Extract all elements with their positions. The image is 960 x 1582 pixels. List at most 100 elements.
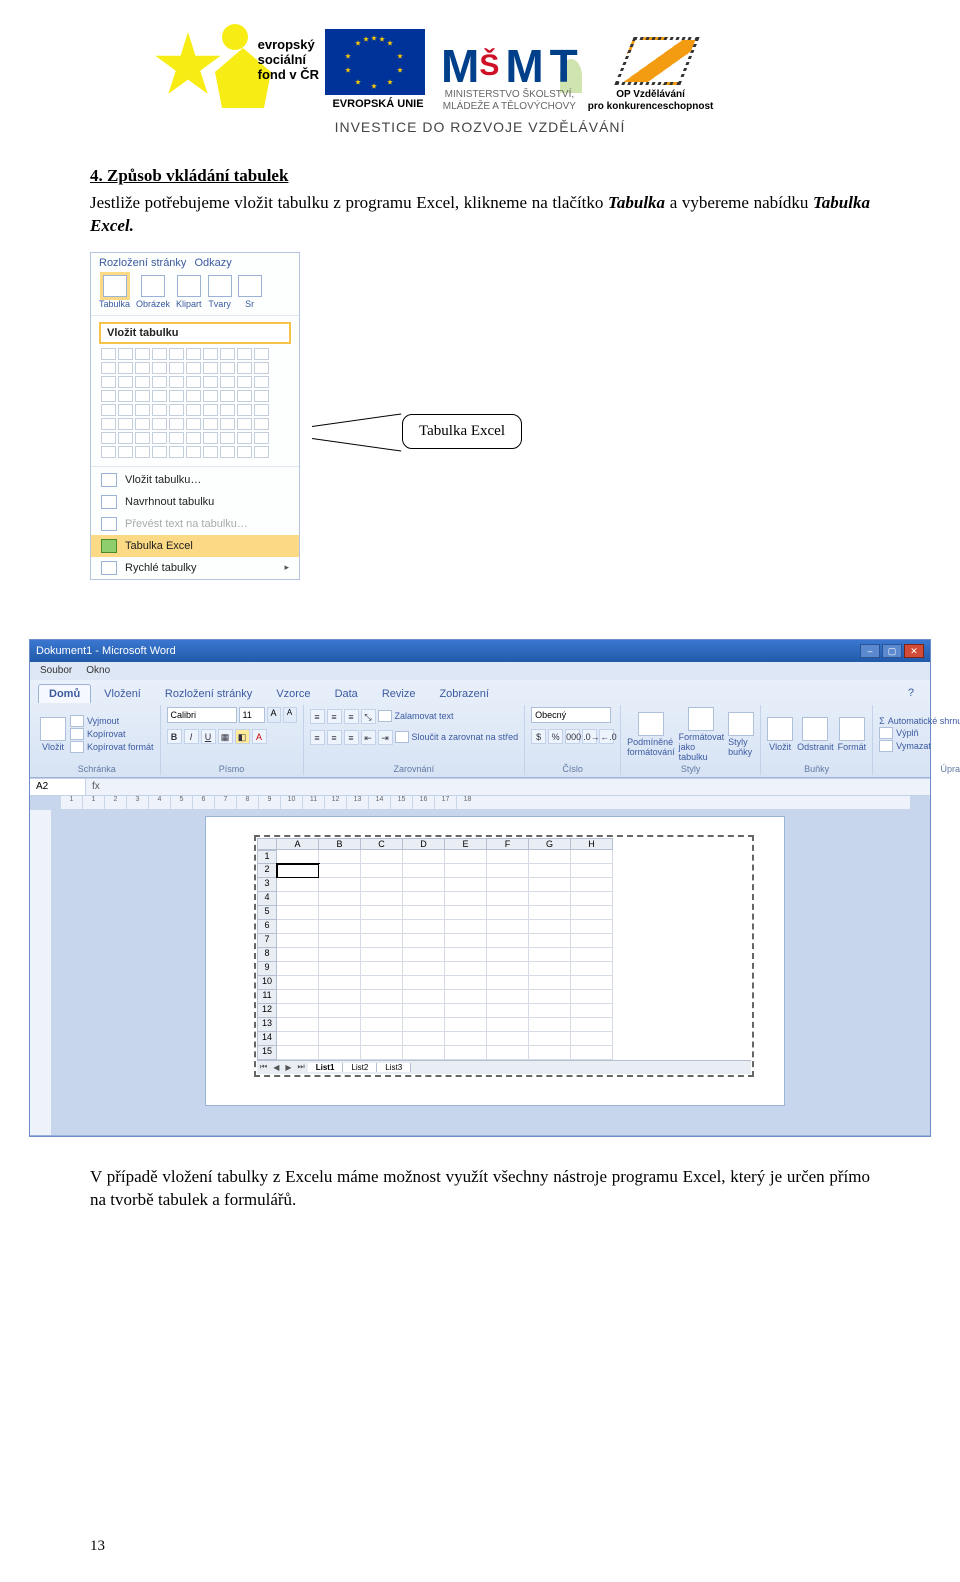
cell[interactable] (571, 864, 613, 878)
menu-item[interactable]: Tabulka Excel (91, 535, 299, 557)
tab-layout[interactable]: Rozložení stránky (154, 684, 263, 703)
cell[interactable] (403, 962, 445, 976)
cell[interactable] (319, 864, 361, 878)
indent-inc-button[interactable]: ⇥ (378, 730, 393, 745)
tab-view[interactable]: Zobrazení (428, 684, 500, 703)
copy-button[interactable]: Kopírovat (70, 728, 154, 740)
cell[interactable] (361, 948, 403, 962)
cell[interactable] (529, 878, 571, 892)
delete-cells-button[interactable]: Odstranit (797, 717, 834, 752)
close-button[interactable]: ✕ (904, 644, 924, 658)
cell[interactable] (319, 976, 361, 990)
cell[interactable] (277, 948, 319, 962)
cell[interactable] (529, 1046, 571, 1060)
cell[interactable] (277, 878, 319, 892)
cell[interactable] (403, 1018, 445, 1032)
cell[interactable] (445, 850, 487, 864)
fill-color-button[interactable]: ◧ (235, 729, 250, 744)
cell[interactable] (277, 1046, 319, 1060)
autosum-button[interactable]: ΣAutomatické shrnutí (879, 716, 960, 726)
cell[interactable] (571, 1046, 613, 1060)
font-name-select[interactable]: Calibri (167, 707, 237, 723)
sheet-nav-last[interactable]: ⏭ (295, 1062, 308, 1072)
row-header[interactable]: 11 (257, 990, 277, 1004)
percent-button[interactable]: % (548, 729, 563, 744)
align-right-button[interactable]: ≡ (344, 730, 359, 745)
cell[interactable] (319, 934, 361, 948)
dec-decimal-button[interactable]: ←.0 (599, 729, 614, 744)
cell[interactable] (403, 878, 445, 892)
maximize-button[interactable]: ▢ (882, 644, 902, 658)
cell[interactable] (403, 892, 445, 906)
row-header[interactable]: 10 (257, 976, 277, 990)
cell[interactable] (361, 864, 403, 878)
cell[interactable] (319, 850, 361, 864)
cell[interactable] (277, 850, 319, 864)
ribbon-tab[interactable]: Rozložení stránky (99, 257, 186, 269)
column-header[interactable]: B (319, 838, 361, 850)
align-top-button[interactable]: ≡ (310, 709, 325, 724)
cell[interactable] (319, 1046, 361, 1060)
sheet-tab[interactable]: List1 (308, 1063, 344, 1072)
excel-embedded-object[interactable]: ABCDEFGH 123456789101112131415 ⏮ ◀ ▶ ⏭ L… (254, 835, 754, 1077)
cell[interactable] (277, 906, 319, 920)
cell[interactable] (529, 1032, 571, 1046)
cell[interactable] (445, 906, 487, 920)
cell[interactable] (487, 1004, 529, 1018)
cell[interactable] (529, 892, 571, 906)
cell[interactable] (403, 990, 445, 1004)
align-mid-button[interactable]: ≡ (327, 709, 342, 724)
cell[interactable] (445, 934, 487, 948)
sheet-nav-prev[interactable]: ◀ (270, 1063, 282, 1072)
cell[interactable] (445, 878, 487, 892)
cell[interactable] (571, 920, 613, 934)
cell[interactable] (529, 990, 571, 1004)
cell[interactable] (571, 990, 613, 1004)
row-header[interactable]: 13 (257, 1018, 277, 1032)
font-size-select[interactable]: 11 (239, 707, 265, 723)
menu-item[interactable]: Rychlé tabulky▸ (91, 557, 299, 579)
cell[interactable] (277, 962, 319, 976)
fill-button[interactable]: Výplň (879, 727, 960, 739)
cell[interactable] (277, 976, 319, 990)
align-center-button[interactable]: ≡ (327, 730, 342, 745)
cell[interactable] (529, 962, 571, 976)
cell[interactable] (403, 906, 445, 920)
menu-item[interactable]: Navrhnout tabulku (91, 491, 299, 513)
cell[interactable] (277, 990, 319, 1004)
row-header[interactable]: 8 (257, 948, 277, 962)
tab-home[interactable]: Domů (38, 684, 91, 703)
cell[interactable] (529, 850, 571, 864)
cell[interactable] (277, 1004, 319, 1018)
cell[interactable] (571, 878, 613, 892)
row-header[interactable]: 4 (257, 892, 277, 906)
cell[interactable] (361, 1004, 403, 1018)
cell[interactable] (529, 976, 571, 990)
minimize-button[interactable]: – (860, 644, 880, 658)
bold-button[interactable]: B (167, 729, 182, 744)
cell[interactable] (361, 1046, 403, 1060)
cell[interactable] (487, 976, 529, 990)
number-format-select[interactable]: Obecný (531, 707, 611, 723)
menu-file[interactable]: Soubor (40, 665, 72, 676)
cell[interactable] (319, 990, 361, 1004)
row-header[interactable]: 15 (257, 1046, 277, 1060)
cell[interactable] (529, 934, 571, 948)
cell[interactable] (361, 878, 403, 892)
cell[interactable] (487, 892, 529, 906)
cell[interactable] (403, 1046, 445, 1060)
ribbon-clipart-button[interactable]: Klipart (176, 275, 202, 309)
row-header[interactable]: 6 (257, 920, 277, 934)
cell[interactable] (403, 1004, 445, 1018)
cell[interactable] (277, 892, 319, 906)
cell[interactable] (361, 934, 403, 948)
cell[interactable] (361, 976, 403, 990)
row-header[interactable]: 1 (257, 850, 277, 864)
cell[interactable] (403, 934, 445, 948)
cell[interactable] (361, 1032, 403, 1046)
cell[interactable] (487, 1032, 529, 1046)
underline-button[interactable]: U (201, 729, 216, 744)
column-header[interactable]: G (529, 838, 571, 850)
cell[interactable] (319, 962, 361, 976)
thousand-button[interactable]: 000 (565, 729, 580, 744)
